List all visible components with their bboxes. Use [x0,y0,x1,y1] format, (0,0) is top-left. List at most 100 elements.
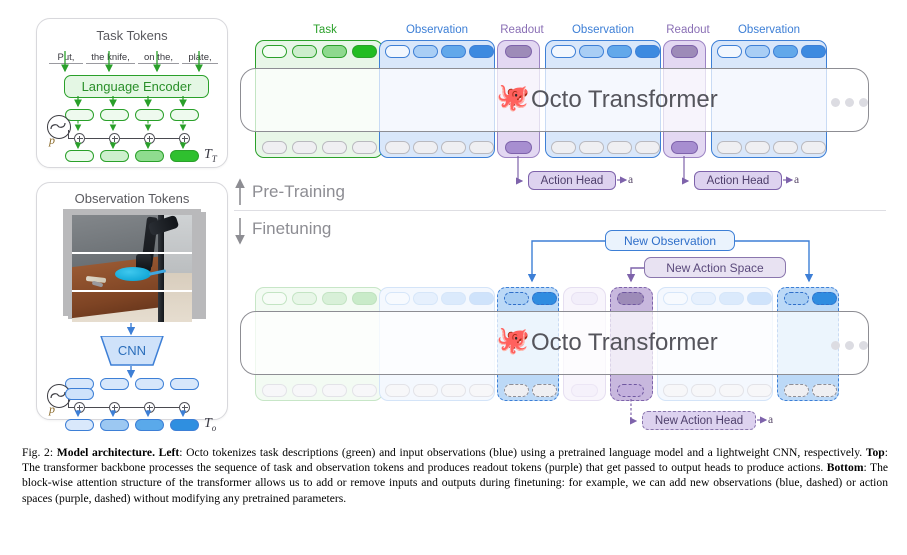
output-token-task-2 [322,141,347,154]
action-head-1[interactable]: Action Head [528,171,616,190]
octo-transformer-title-top: Octo Transformer [531,86,718,113]
phase-label-pretraining: Pre-Training [252,182,345,201]
action-head-2[interactable]: Action Head [694,171,782,190]
output-token-task-0 [262,141,287,154]
phase-divider [234,210,886,211]
obs-token-final-3 [170,419,199,431]
output-token-readout1 [505,141,532,154]
task-token-pre-0 [65,109,94,121]
sum-node-obs-2 [144,402,155,413]
output-token-obs1-2 [441,141,466,154]
task-symbol-sub: T [211,153,217,164]
positional-encoding-label-obs: p [49,402,55,416]
task-token-pre-2 [135,109,164,121]
bottom-input-readout1 [571,292,598,305]
bottom-output-obs1-2 [441,384,466,397]
input-token-task-0 [262,45,287,58]
output-token-obs1-1 [413,141,438,154]
bottom-output-obs2-1 [691,384,716,397]
observation-token-symbol: To [204,416,216,433]
new-action-space-connector [626,267,644,283]
positional-bus-stub [68,130,70,139]
figure-root: Task Tokens Put, the knife, on the, plat… [0,0,907,555]
column-label-observation-1: Observation [405,24,468,36]
obs-token-pre-2 [135,378,164,390]
annotation-new-observation[interactable]: New Observation [605,230,735,251]
sum-node-obs-3 [179,402,190,413]
bottom-output-new-obs1-0 [504,384,529,397]
obs-symbol-base: T [204,416,212,431]
observation-tokens-title: Observation Tokens [74,191,190,206]
action-output-2: a [794,174,800,186]
task-token-pre-1 [100,109,129,121]
input-token-obs1-1 [413,45,438,58]
bottom-input-obs2-1 [691,292,716,305]
output-token-obs2-0 [551,141,576,154]
sum-node-obs-0 [74,402,85,413]
output-token-obs3-2 [773,141,798,154]
positional-bus-line [68,138,188,140]
task-token-out-2 [135,150,164,162]
output-token-obs2-2 [607,141,632,154]
column-label-observation-3: Observation [737,24,800,36]
new-action-head[interactable]: New Action Head [642,411,756,430]
input-token-task-3 [352,45,377,58]
input-token-obs1-0 [385,45,410,58]
bottom-output-new-obs2-1 [812,384,837,397]
input-token-task-2 [322,45,347,58]
bottom-input-task-2 [322,292,347,305]
new-readout-to-head-connector [630,399,638,425]
positional-bus-line-obs [68,407,188,409]
sum-node-1 [109,133,120,144]
annotation-new-action-space[interactable]: New Action Space [644,257,786,278]
task-symbol-base: T [204,147,212,162]
output-token-task-3 [352,141,377,154]
input-token-readout1 [505,45,532,58]
task-word-0: Put, [49,52,83,64]
bottom-input-obs1-1 [413,292,438,305]
task-token-out-3 [170,150,199,162]
output-token-obs2-1 [579,141,604,154]
input-token-obs2-0 [551,45,576,58]
cnn-label: CNN [117,343,147,358]
language-encoder-box: Language Encoder [64,75,209,98]
output-token-obs2-3 [635,141,660,154]
frame-split-line-top [72,252,192,255]
input-token-obs2-3 [635,45,660,58]
bottom-input-obs2-3 [747,292,772,305]
bottom-input-new-obs1-1 [532,292,557,305]
sum-node-3 [179,133,190,144]
input-token-obs1-3 [469,45,494,58]
positional-bus-stub-obs [68,399,70,408]
bottom-input-new-obs1-0 [504,292,529,305]
bottom-output-obs2-3 [747,384,772,397]
bottom-output-obs1-1 [413,384,438,397]
obs-symbol-sub: o [211,422,217,433]
bottom-output-obs2-2 [719,384,744,397]
ellipsis-icon-bottom [831,337,873,355]
bottom-input-obs1-2 [441,292,466,305]
bottom-input-task-3 [352,292,377,305]
bottom-output-task-1 [292,384,317,397]
bottom-output-new-obs2-0 [784,384,809,397]
output-token-obs3-3 [801,141,826,154]
obs-token-pre-3 [170,378,199,390]
bottom-output-obs1-3 [469,384,494,397]
sum-node-0 [74,133,85,144]
bottom-input-new-obs2-0 [784,292,809,305]
bottom-input-obs2-0 [663,292,688,305]
bottom-input-task-1 [292,292,317,305]
input-token-obs3-3 [801,45,826,58]
bottom-output-obs1-0 [385,384,410,397]
output-token-readout2 [671,141,698,154]
task-word-1: the knife, [86,52,135,64]
input-token-task-1 [292,45,317,58]
output-token-obs1-3 [469,141,494,154]
input-token-obs2-2 [607,45,632,58]
octopus-icon-bottom: 🐙 [496,325,530,355]
input-token-obs3-2 [773,45,798,58]
bottom-input-new-readout [617,292,644,305]
sum-node-2 [144,133,155,144]
input-token-obs2-1 [579,45,604,58]
output-token-obs1-0 [385,141,410,154]
